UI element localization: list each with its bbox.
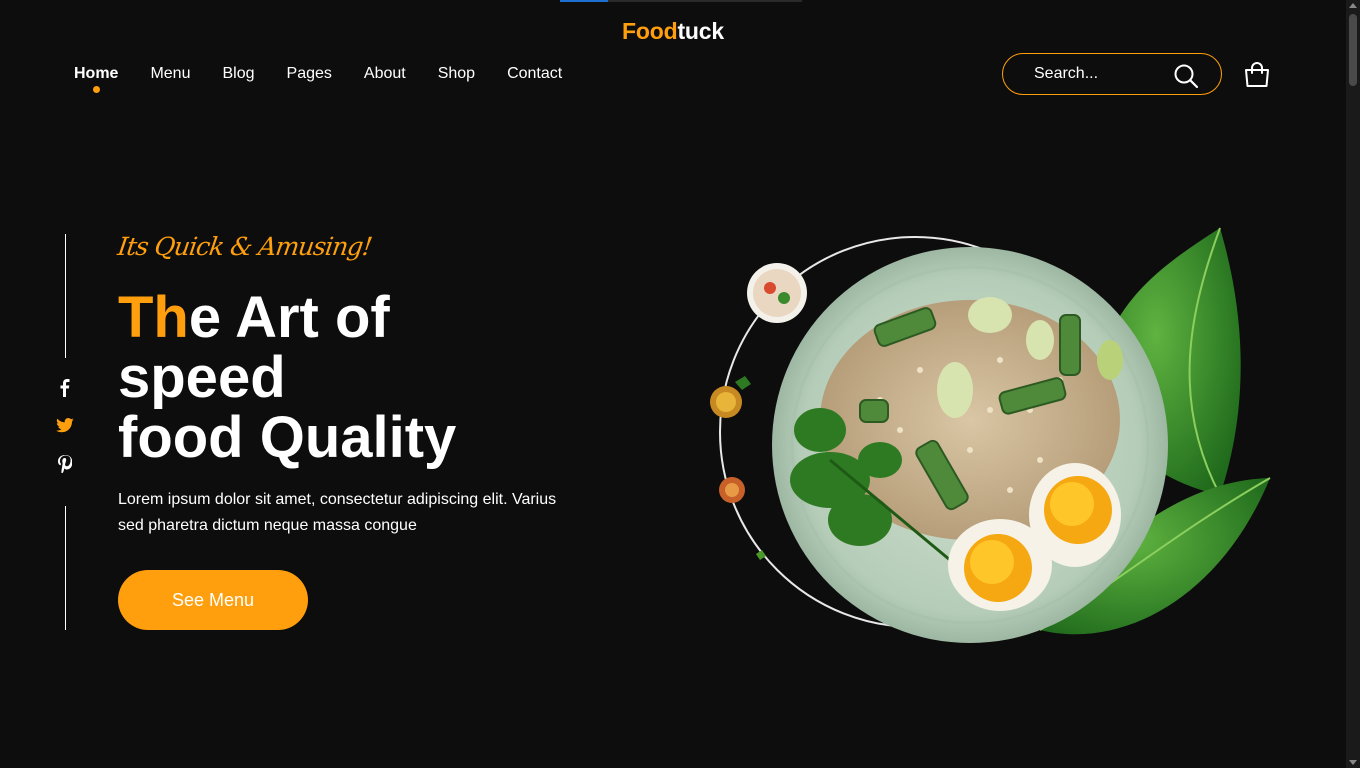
headline-line2: speed — [118, 345, 286, 410]
nav-item-label: Shop — [437, 65, 476, 82]
brand-logo-part1: Food — [622, 18, 678, 44]
nav-item-label: Menu — [150, 65, 191, 82]
scroll-up-arrow-icon[interactable] — [1349, 3, 1357, 8]
nav-item-home[interactable]: Home — [74, 64, 119, 93]
page-scrollbar[interactable] — [1346, 0, 1360, 768]
hero-tagline: Its Quick & Amusing! — [115, 232, 374, 261]
loading-bar — [560, 0, 802, 2]
nav-item-about[interactable]: About — [364, 64, 406, 84]
see-menu-button[interactable]: See Menu — [118, 570, 308, 630]
search-icon[interactable] — [1173, 63, 1199, 89]
headline-line1: e Art of — [188, 285, 390, 350]
search-box — [1002, 53, 1222, 95]
nav-item-pages[interactable]: Pages — [287, 64, 332, 84]
nav-item-shop[interactable]: Shop — [438, 64, 475, 84]
brand-logo[interactable]: Foodtuck — [0, 18, 1346, 45]
nav-item-label: About — [363, 65, 406, 82]
headline-line3: food Quality — [118, 405, 457, 470]
shopping-bag-icon[interactable] — [1243, 61, 1271, 89]
nav-item-label: Pages — [286, 65, 332, 82]
sidebar-divider-bottom — [65, 506, 66, 630]
sidebar-divider-top — [65, 234, 66, 358]
facebook-icon[interactable] — [55, 378, 75, 398]
loading-bar-progress — [560, 0, 608, 2]
brand-logo-part2: tuck — [677, 18, 724, 44]
scroll-down-arrow-icon[interactable] — [1349, 760, 1357, 765]
twitter-icon[interactable] — [55, 416, 75, 436]
nav-item-label: Home — [74, 65, 119, 82]
search-input[interactable] — [1034, 65, 1164, 83]
nav-item-contact[interactable]: Contact — [507, 64, 562, 84]
main-nav: Home Menu Blog Pages About Shop Contact — [74, 64, 594, 93]
nav-item-blog[interactable]: Blog — [222, 64, 254, 84]
scrollbar-thumb[interactable] — [1349, 14, 1357, 86]
nav-item-label: Blog — [222, 65, 255, 82]
hero-description: Lorem ipsum dolor sit amet, consectetur … — [118, 491, 557, 534]
active-indicator-dot — [93, 86, 101, 93]
pinterest-icon[interactable] — [55, 454, 75, 474]
hero-headline: The Art of speed food Quality — [118, 288, 456, 468]
nav-item-menu[interactable]: Menu — [150, 64, 190, 84]
hero-food-image — [710, 227, 1271, 643]
headline-highlight: Th — [118, 285, 189, 350]
nav-item-label: Contact — [507, 65, 563, 82]
